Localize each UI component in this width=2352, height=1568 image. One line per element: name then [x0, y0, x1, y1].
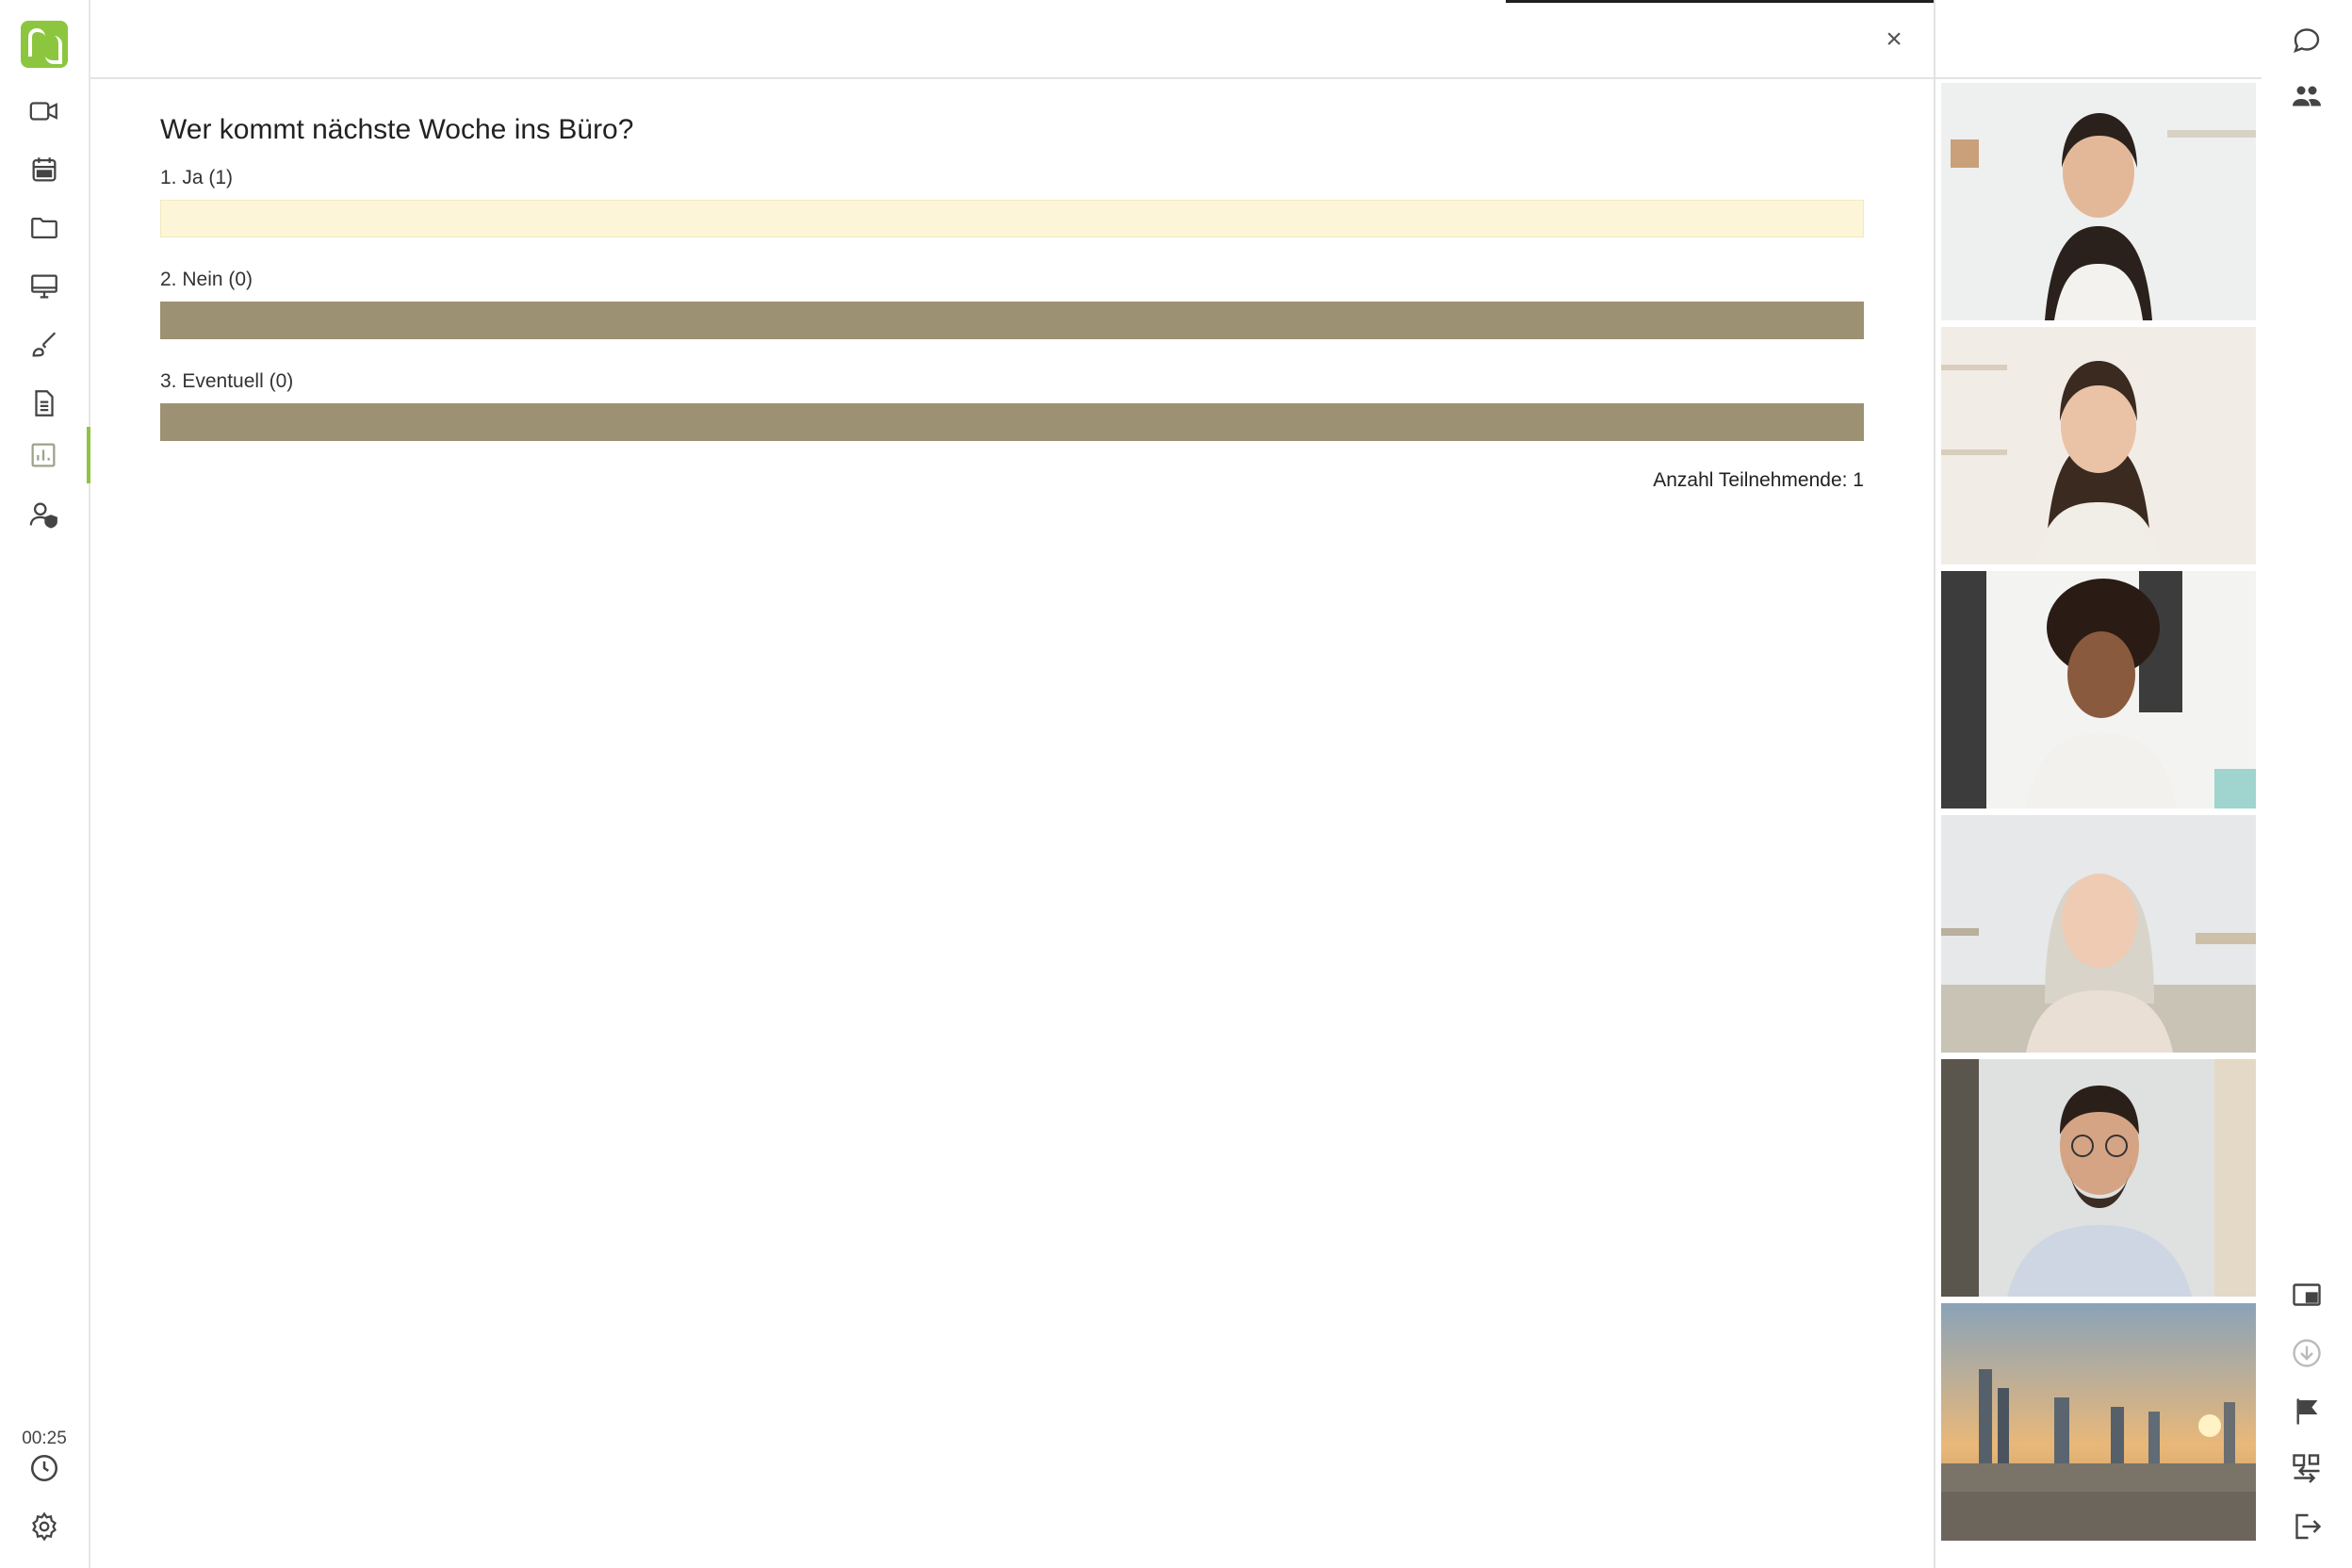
poll-results: Wer kommt nächste Woche ins Büro? 1. Ja … — [160, 113, 1864, 492]
poll-option-bar — [160, 403, 1864, 441]
leave-icon — [2295, 1513, 2322, 1540]
participant-5-video[interactable] — [1941, 1059, 2256, 1297]
poll-chart-icon — [31, 443, 56, 467]
city-skyline-video[interactable] — [1941, 1303, 2256, 1541]
desktop-icon — [31, 274, 57, 299]
brush-icon — [32, 332, 57, 357]
nav-folder[interactable] — [0, 200, 89, 256]
nav-video-camera[interactable] — [0, 83, 89, 139]
nav-user-security[interactable] — [0, 486, 89, 543]
chat-button[interactable] — [2262, 13, 2352, 66]
participant-4-video[interactable] — [1941, 815, 2256, 1053]
document-icon — [35, 390, 54, 416]
gear-icon — [32, 1511, 57, 1542]
nav-desktop[interactable] — [0, 258, 89, 315]
switch-layout-icon — [2293, 1454, 2320, 1483]
nav-poll[interactable] — [0, 427, 90, 483]
settings-button[interactable] — [0, 1498, 89, 1555]
main-top-bar: × — [90, 0, 1934, 79]
download-button[interactable] — [2262, 1327, 2352, 1380]
poll-option-label: 2. Nein (0) — [160, 269, 253, 290]
top-progress-line — [1506, 0, 1934, 3]
participant-1-video[interactable] — [1941, 83, 2256, 320]
poll-question: Wer kommt nächste Woche ins Büro? — [160, 114, 634, 145]
folder-icon — [31, 217, 57, 239]
poll-option-bar — [160, 302, 1864, 339]
app-logo — [21, 21, 68, 68]
flag-button[interactable] — [2262, 1385, 2352, 1438]
participants-icon — [2293, 86, 2321, 106]
poll-option-label: 1. Ja (1) — [160, 167, 234, 188]
picture-in-picture-button[interactable] — [2262, 1268, 2352, 1321]
clock-button[interactable] — [0, 1440, 89, 1496]
flag-icon — [2296, 1398, 2318, 1425]
participant-2-video[interactable] — [1941, 327, 2256, 564]
close-button[interactable]: × — [1875, 21, 1913, 58]
participants-button[interactable] — [2262, 70, 2352, 122]
chat-icon — [2294, 28, 2320, 54]
right-action-bar — [2262, 0, 2352, 1568]
nav-whiteboard[interactable] — [0, 317, 89, 373]
nav-documents[interactable] — [0, 375, 89, 432]
participant-count: Anzahl Teilnehmende: 1 — [1653, 469, 1864, 491]
switch-layout-button[interactable] — [2262, 1442, 2352, 1494]
poll-option-bar — [160, 200, 1864, 237]
video-gallery — [1934, 0, 2263, 1568]
calendar-icon — [32, 157, 57, 182]
user-shield-icon — [29, 502, 57, 529]
clock-icon — [30, 1454, 58, 1482]
picture-in-picture-icon — [2293, 1283, 2321, 1306]
video-camera-icon — [29, 102, 57, 121]
leave-button[interactable] — [2262, 1500, 2352, 1553]
participant-3-video[interactable] — [1941, 571, 2256, 808]
poll-option-label: 3. Eventuell (0) — [160, 370, 294, 392]
left-sidebar: 00:25 — [0, 0, 90, 1568]
nav-calendar[interactable] — [0, 141, 89, 198]
download-icon — [2293, 1339, 2321, 1367]
